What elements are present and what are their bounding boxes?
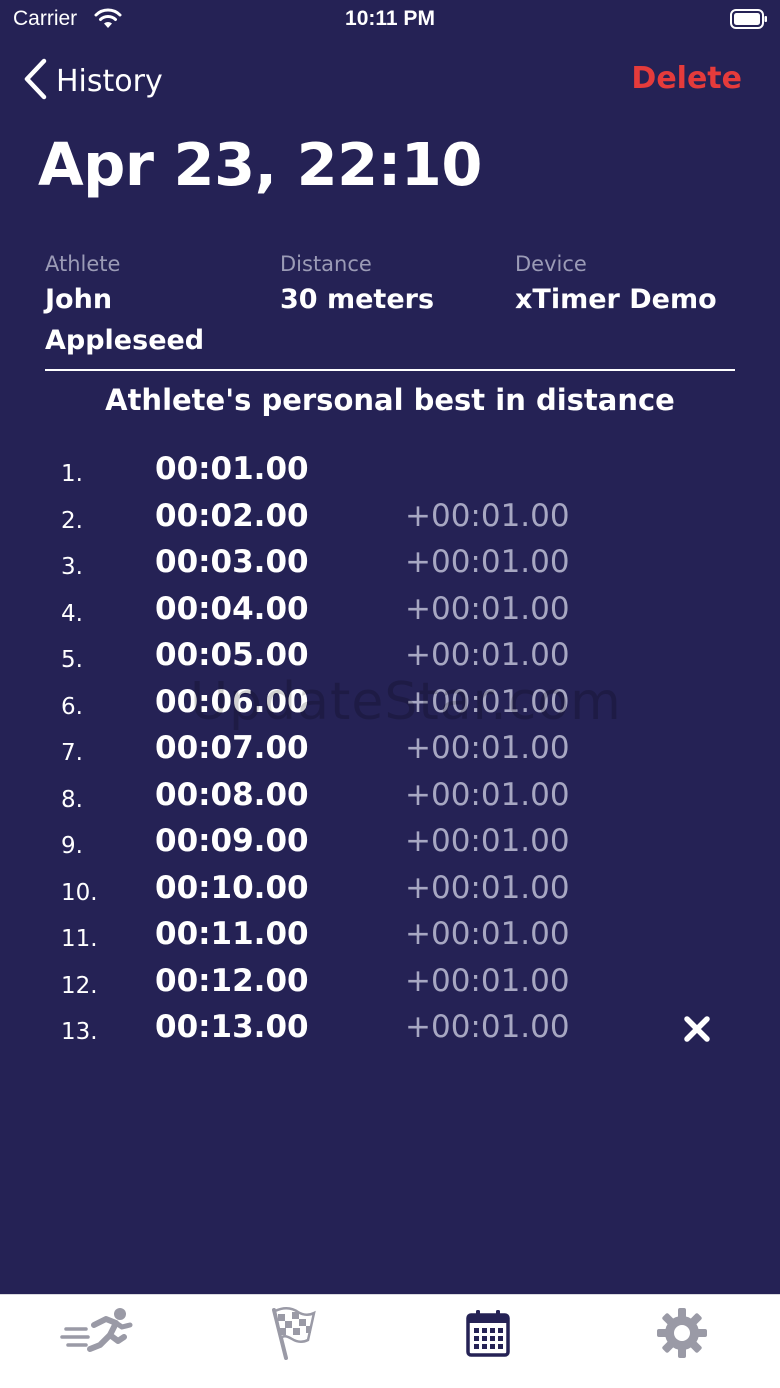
tab-settings[interactable] [642,1305,722,1365]
time-value: 00:10.00 [155,869,309,906]
rank-label: 4. [61,600,83,627]
page-title: Apr 23, 22:10 [38,130,482,199]
results-list: 1. 00:01.00 2. 00:02.00 +00:01.00 3. 00:… [0,447,780,1052]
time-value: 00:07.00 [155,730,309,766]
time-diff: +00:01.00 [405,916,570,952]
calendar-icon [466,1309,510,1361]
time-diff: +00:01.00 [405,497,570,534]
time-diff: +00:01.00 [405,730,570,766]
rank-label: 13. [61,1019,98,1045]
tab-history[interactable] [448,1305,528,1365]
tab-runner[interactable] [58,1305,138,1365]
athlete-info: Athlete John Appleseed [45,252,204,361]
rank-label: 7. [61,740,83,766]
time-diff: +00:01.00 [405,1009,570,1045]
delete-button[interactable]: Delete [631,61,742,96]
back-button[interactable]: History [22,58,163,104]
time-value: 00:11.00 [155,916,309,952]
time-value: 00:05.00 [155,637,309,673]
time-diff: +00:01.00 [405,637,570,673]
divider [45,369,735,371]
distance-value: 30 meters [280,284,435,315]
time-value: 00:08.00 [155,776,309,813]
device-info: Device xTimer Demo [515,252,717,320]
distance-info: Distance 30 meters [280,252,434,320]
checkered-flag-icon [264,1304,320,1366]
device-value: xTimer Demo [515,284,717,315]
list-item: 1. 00:01.00 [0,447,780,494]
watermark: UpdateStar.com [190,672,622,732]
list-item: 8. 00:08.00 +00:01.00 [0,773,780,820]
gear-icon [656,1307,708,1363]
list-item: 4. 00:04.00 +00:01.00 [0,587,780,634]
rank-label: 2. [61,507,83,534]
device-label: Device [515,252,587,276]
time-diff: +00:01.00 [405,590,570,627]
rank-label: 3. [61,554,83,580]
list-item: 10. 00:10.00 +00:01.00 [0,866,780,913]
rank-label: 1. [61,461,83,487]
list-item: 9. 00:09.00 +00:01.00 [0,819,780,866]
chevron-left-icon [22,58,48,104]
time-value: 00:12.00 [155,962,309,999]
time-diff: +00:01.00 [405,869,570,906]
rank-label: 8. [61,786,83,813]
list-item: 12. 00:12.00 +00:01.00 [0,959,780,1006]
rank-label: 6. [61,693,83,720]
list-item: 13. 00:13.00 +00:01.00 [0,1005,780,1052]
athlete-label: Athlete [45,252,121,276]
status-bar: Carrier 10:11 PM [0,0,780,40]
time-value: 00:02.00 [155,497,309,534]
remove-result-icon[interactable] [683,1015,711,1047]
rank-label: 12. [61,972,98,999]
list-item: 7. 00:07.00 +00:01.00 [0,726,780,773]
time-value: 00:01.00 [155,451,309,487]
time-value: 00:09.00 [155,823,309,859]
navigation-bar: History Delete [0,54,780,106]
tab-race[interactable] [252,1305,332,1365]
list-item: 2. 00:02.00 +00:01.00 [0,494,780,541]
time-diff: +00:01.00 [405,823,570,859]
list-item: 3. 00:03.00 +00:01.00 [0,540,780,587]
tab-bar [0,1294,780,1388]
rank-label: 10. [61,879,98,906]
time-diff: +00:01.00 [405,776,570,813]
time-diff: +00:01.00 [405,544,570,580]
time-diff: +00:01.00 [405,962,570,999]
time-value: 00:03.00 [155,544,309,580]
athlete-name: John Appleseed [45,279,204,361]
rank-label: 9. [61,833,83,859]
athlete-last-name: Appleseed [45,325,205,356]
time-value: 00:13.00 [155,1009,309,1045]
back-label: History [56,63,163,99]
section-title: Athlete's personal best in distance [105,383,675,417]
list-item: 11. 00:11.00 +00:01.00 [0,912,780,959]
time-value: 00:04.00 [155,590,309,627]
battery-icon [730,9,767,29]
status-time: 10:11 PM [345,7,435,30]
athlete-first-name: John [45,284,113,315]
runner-icon [60,1305,136,1365]
rank-label: 5. [61,647,83,673]
distance-label: Distance [280,252,372,276]
rank-label: 11. [61,926,98,952]
